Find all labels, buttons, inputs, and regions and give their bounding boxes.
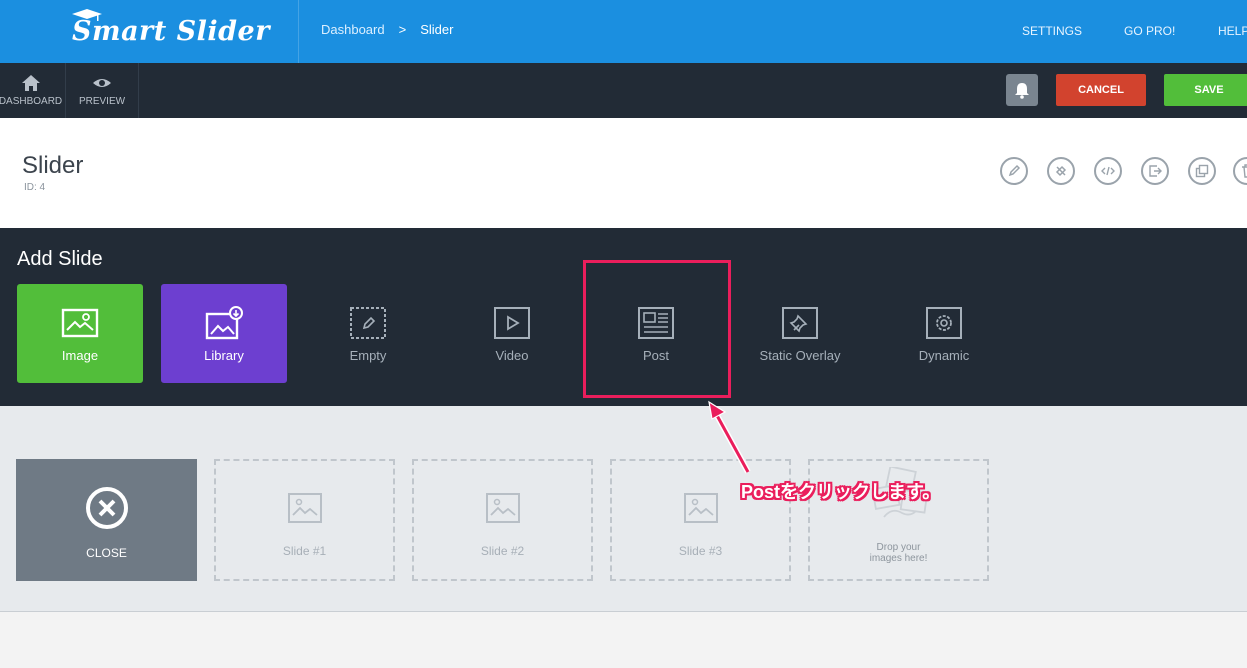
notification-button[interactable] [1006, 74, 1038, 106]
tile-label-video: Video [495, 348, 529, 363]
pencil-icon [1008, 164, 1021, 177]
annotation-text: Postをクリックします。 [741, 482, 941, 502]
slide-label: Slide #1 [282, 544, 327, 558]
delete-button[interactable] [1233, 157, 1247, 185]
tile-label-library: Library [204, 348, 244, 363]
export-icon [1149, 165, 1162, 177]
nav-help[interactable]: HELP [1218, 24, 1247, 38]
cancel-button[interactable]: CANCEL [1056, 74, 1146, 106]
nav-go-pro[interactable]: GO PRO! [1124, 24, 1175, 38]
logo[interactable]: Smart Slider [0, 0, 299, 63]
slide-thumbnail-2[interactable]: Slide #2 [412, 459, 593, 581]
pin-icon [782, 307, 818, 339]
nav-settings[interactable]: SETTINGS [1022, 24, 1082, 38]
toolbar: DASHBOARD PREVIEW CANCEL SAVE [0, 63, 1247, 118]
add-image-slide-button[interactable]: Image [17, 284, 143, 383]
dashboard-label: DASHBOARD [0, 96, 63, 107]
code-button[interactable] [1094, 157, 1122, 185]
home-icon [21, 75, 40, 91]
add-empty-slide-button[interactable]: Empty [305, 284, 431, 383]
image-placeholder-icon [486, 493, 520, 523]
add-static-overlay-button[interactable]: Static Overlay [737, 284, 863, 383]
empty-icon [350, 307, 386, 339]
close-icon [86, 487, 128, 529]
add-dynamic-slide-button[interactable]: Dynamic [881, 284, 1007, 383]
brush-icon [1055, 165, 1067, 177]
drop-zone-line-2: images here! [869, 553, 928, 564]
trash-icon [1242, 164, 1247, 178]
slide-label: Slide #2 [480, 544, 525, 558]
page-title: Slider [22, 152, 84, 179]
breadcrumb: Dashboard > Slider [321, 22, 453, 37]
preview-label: PREVIEW [78, 96, 126, 107]
add-video-slide-button[interactable]: Video [449, 284, 575, 383]
tile-label-empty: Empty [349, 348, 387, 363]
dashboard-button[interactable]: DASHBOARD [0, 63, 66, 118]
video-icon [494, 307, 530, 339]
tile-label-image: Image [61, 348, 99, 363]
breadcrumb-slider[interactable]: Slider [420, 22, 453, 37]
slide-label: Slide #3 [678, 544, 723, 558]
edit-button[interactable] [1000, 157, 1028, 185]
gear-icon [926, 307, 962, 339]
eye-icon [93, 79, 111, 87]
duplicate-button[interactable] [1188, 157, 1216, 185]
logo-text: Smart Slider [72, 16, 270, 47]
slide-thumbnail-1[interactable]: Slide #1 [214, 459, 395, 581]
drop-zone-line-1: Drop your [876, 542, 921, 553]
code-icon [1101, 166, 1115, 176]
image-placeholder-icon [288, 493, 322, 523]
add-slide-panel: Add Slide Image Library Empty Video Post… [0, 228, 1247, 406]
close-label: CLOSE [86, 546, 127, 560]
style-button[interactable] [1047, 157, 1075, 185]
top-bar: Smart Slider Dashboard > Slider SETTINGS G… [0, 0, 1247, 63]
slider-header: Slider ID: 4 [0, 118, 1247, 228]
preview-button[interactable]: PREVIEW [66, 63, 139, 118]
add-slide-title: Add Slide [17, 248, 103, 270]
tile-label-dynamic: Dynamic [918, 348, 970, 363]
export-button[interactable] [1141, 157, 1169, 185]
breadcrumb-separator: > [398, 22, 407, 37]
slider-id: ID: 4 [24, 182, 46, 193]
tile-label-static-overlay: Static Overlay [759, 348, 841, 363]
image-placeholder-icon [684, 493, 718, 523]
breadcrumb-dashboard[interactable]: Dashboard [321, 22, 385, 37]
drop-zone-text: Drop your images here! [810, 542, 987, 564]
annotation-arrow-icon [708, 400, 751, 474]
close-button[interactable]: CLOSE [16, 459, 197, 581]
save-button[interactable]: SAVE [1164, 74, 1247, 106]
post-highlight-box [583, 260, 731, 398]
image-icon [61, 308, 99, 338]
bell-icon [1015, 83, 1029, 99]
library-icon [205, 306, 243, 340]
duplicate-icon [1195, 164, 1209, 178]
slides-panel: CLOSE Slide #1 Slide #2 Slide #3 Drop yo… [0, 406, 1247, 612]
add-library-slide-button[interactable]: Library [161, 284, 287, 383]
